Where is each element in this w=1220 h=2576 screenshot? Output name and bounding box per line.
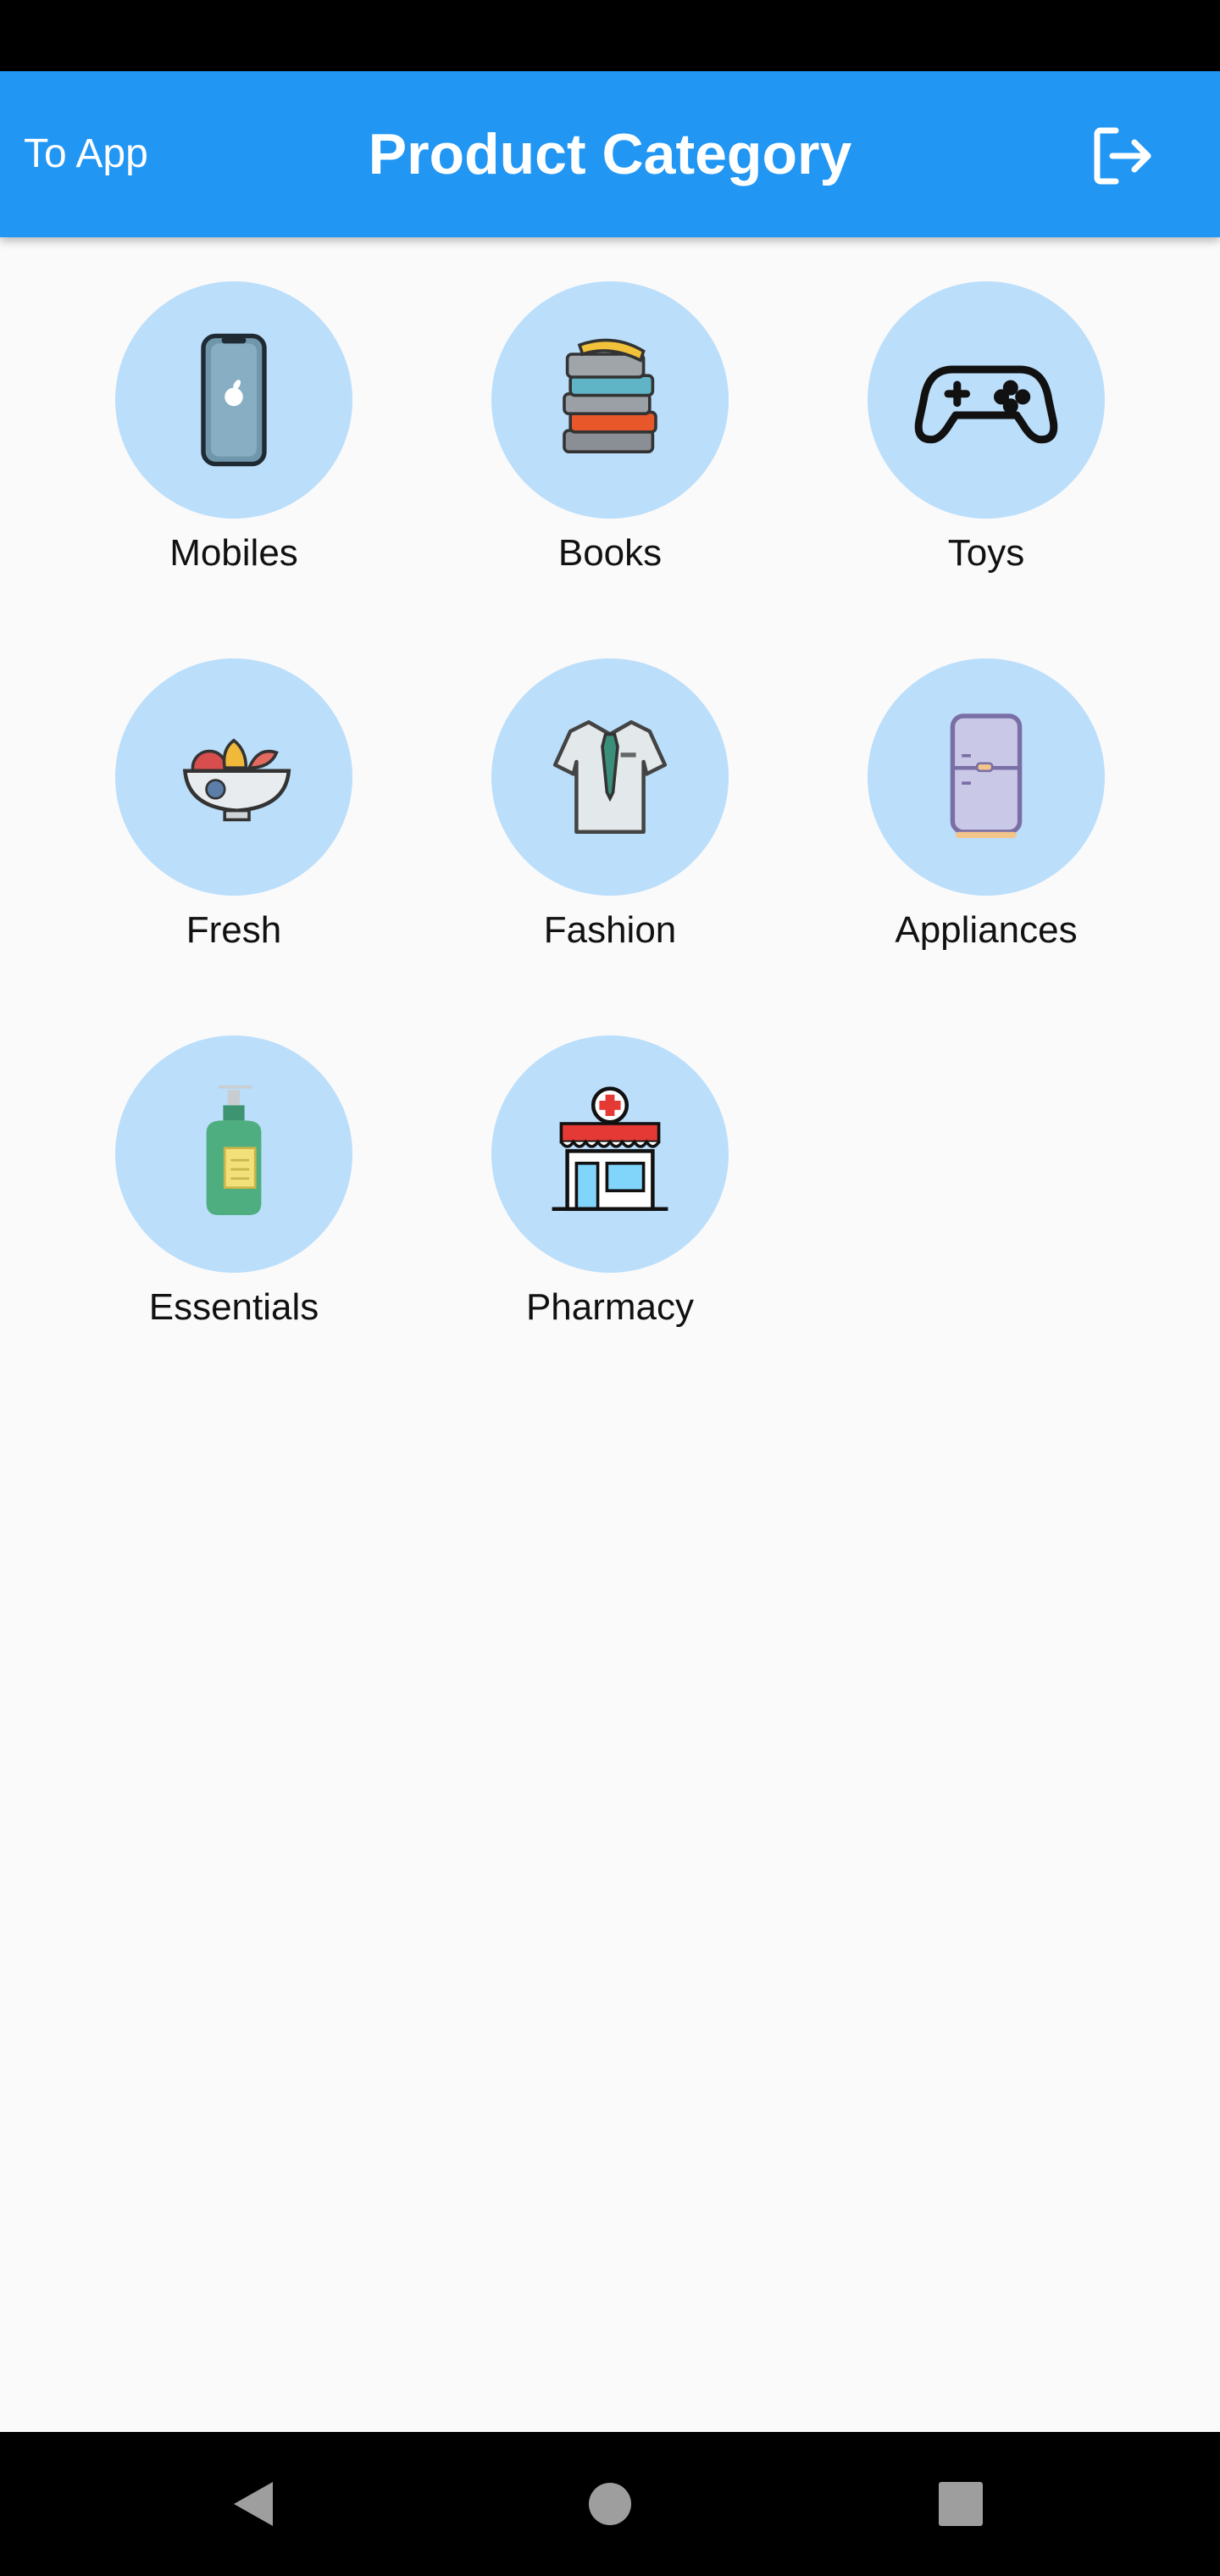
nav-back-icon [234,2482,273,2526]
logout-icon [1094,127,1151,185]
category-icon-circle [115,1035,352,1273]
category-label: Fashion [543,909,677,951]
category-icon-circle [868,281,1105,519]
pharmacy-store-icon [552,1086,668,1212]
nav-back-button[interactable] [169,2432,339,2576]
category-label: Mobiles [169,532,298,574]
category-essentials[interactable]: Essentials [61,1035,400,1357]
category-fresh[interactable]: Fresh [61,658,400,980]
mobile-phone-icon [201,333,267,467]
gamepad-icon [914,365,1058,444]
shirt-tie-icon [552,719,668,835]
to-app-button[interactable]: To App [24,71,148,237]
category-icon-circle [115,658,352,896]
fruit-bowl-icon [182,738,291,822]
logout-button[interactable] [1076,114,1169,198]
system-navigation-bar [0,2432,1220,2576]
category-icon-circle [868,658,1105,896]
refrigerator-icon [950,713,1023,838]
category-label: Essentials [148,1286,319,1328]
status-bar [0,0,1220,71]
category-icon-circle [491,1035,729,1273]
category-mobiles[interactable]: Mobiles [61,281,400,603]
category-icon-circle [491,281,729,519]
books-stack-icon [563,338,657,453]
soap-bottle-icon [206,1085,262,1215]
nav-home-button[interactable] [525,2432,695,2576]
category-toys[interactable]: Toys [813,281,1152,603]
category-icon-circle [115,281,352,519]
category-label: Toys [947,532,1025,574]
category-label: Pharmacy [525,1286,695,1328]
category-label: Fresh [186,909,282,951]
category-icon-circle [491,658,729,896]
nav-recents-button[interactable] [876,2432,1045,2576]
category-appliances[interactable]: Appliances [813,658,1152,980]
category-fashion[interactable]: Fashion [437,658,776,980]
category-label: Appliances [895,909,1078,951]
category-books[interactable]: Books [437,281,776,603]
nav-home-icon [589,2483,631,2525]
category-label: Books [557,532,663,574]
app-bar: To App Product Category [0,71,1220,237]
nav-recents-icon [939,2482,983,2526]
category-pharmacy[interactable]: Pharmacy [437,1035,776,1357]
page-title: Product Category [368,122,852,186]
